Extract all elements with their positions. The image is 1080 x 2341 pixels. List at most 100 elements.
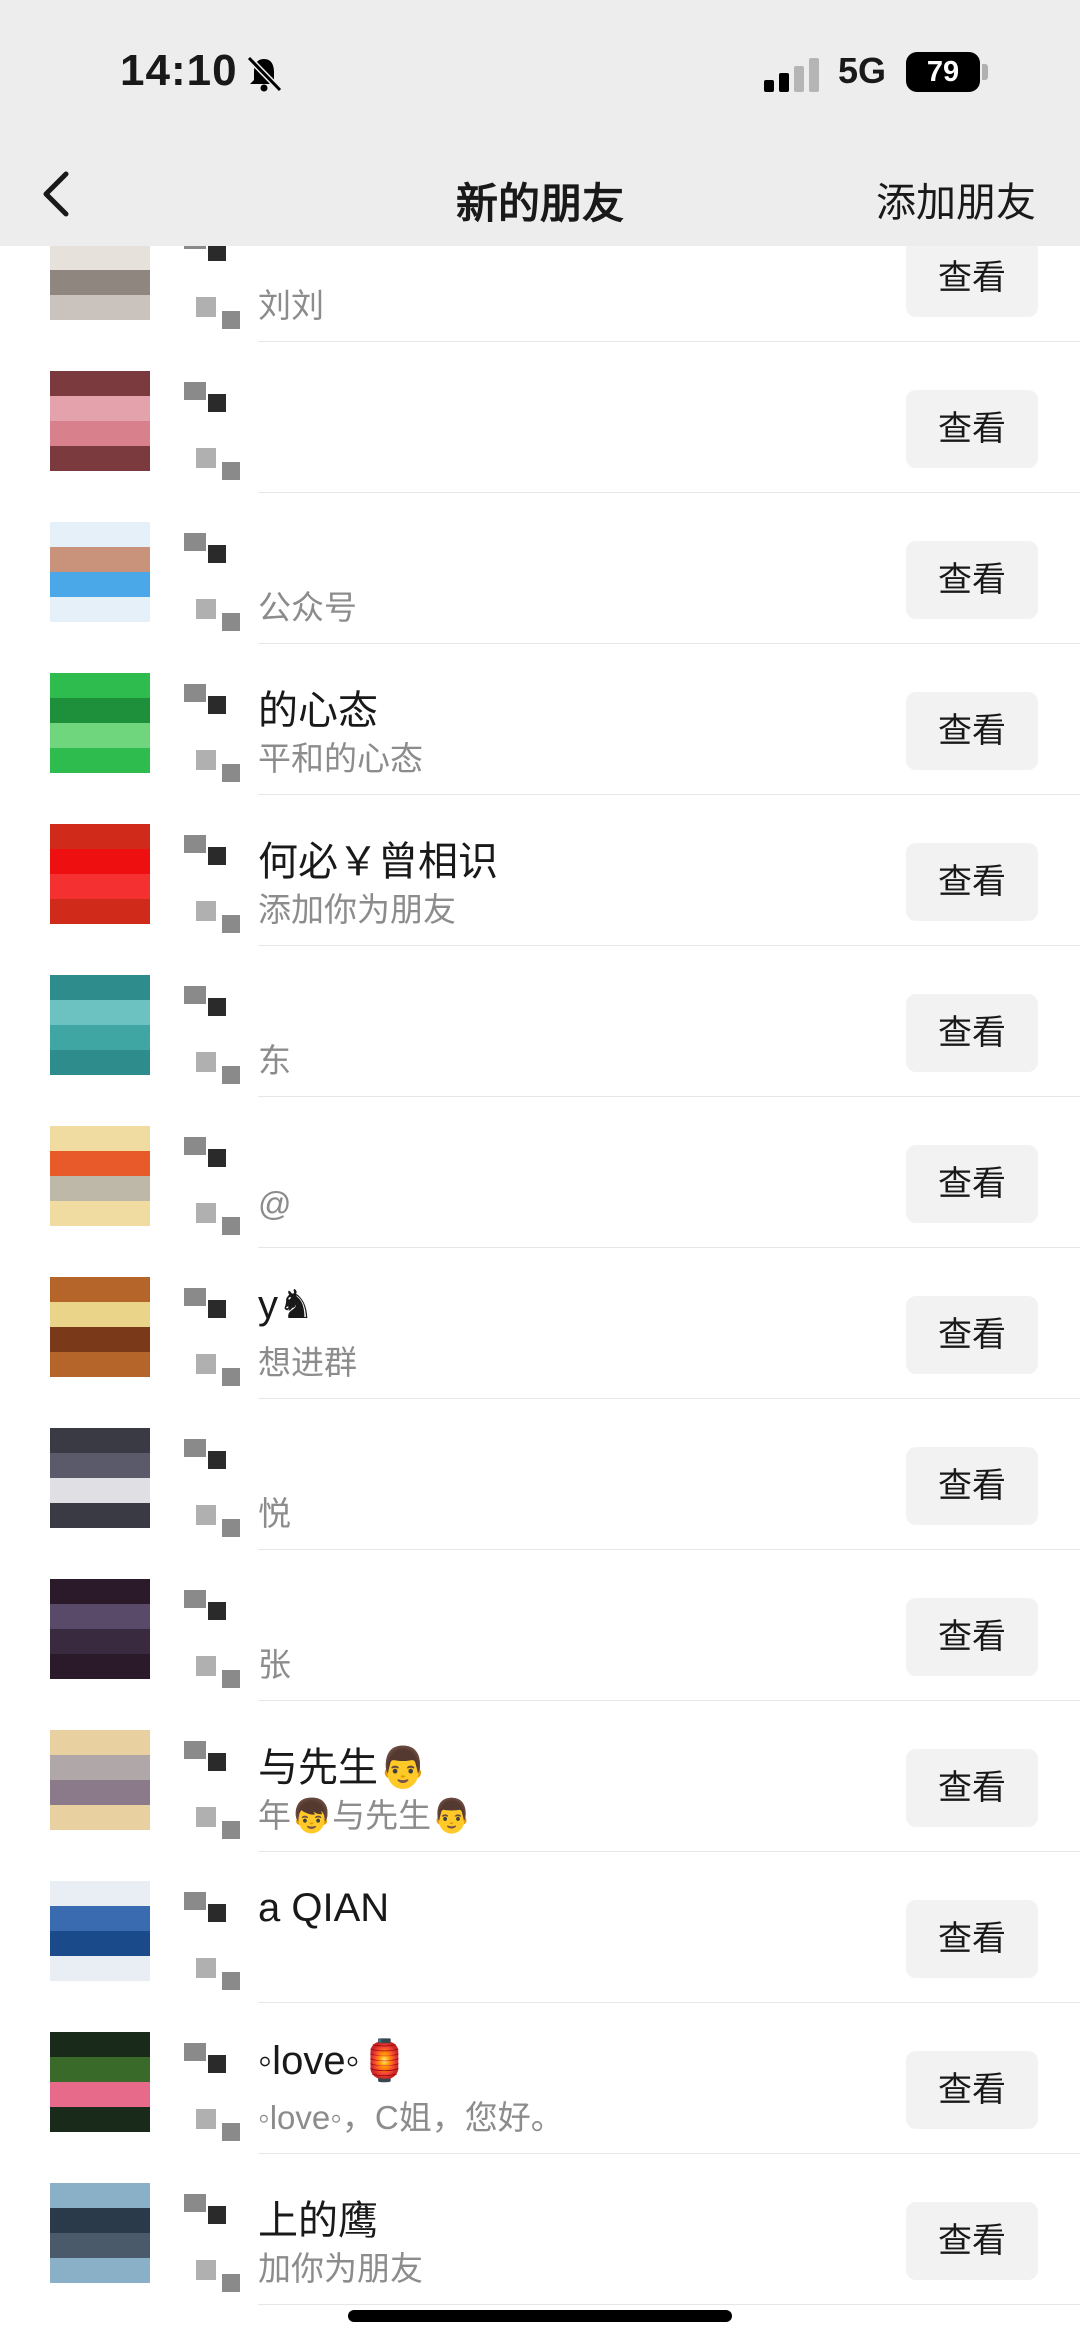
friend-name: y♞ (258, 1283, 314, 1327)
view-button[interactable]: 查看 (906, 1749, 1038, 1827)
request-message: 添加你为朋友 (258, 891, 456, 928)
avatar[interactable] (50, 824, 150, 924)
request-message: 年👦与先生👨 (258, 1797, 473, 1834)
avatar[interactable] (50, 246, 150, 320)
privacy-mosaic (208, 545, 226, 563)
privacy-mosaic (208, 1602, 226, 1620)
friend-request-row[interactable]: a QIAN 查看 (0, 1852, 1080, 2003)
view-button[interactable]: 查看 (906, 843, 1038, 921)
avatar[interactable] (50, 1881, 150, 1981)
privacy-mosaic (222, 2274, 240, 2292)
privacy-mosaic (196, 1354, 216, 1374)
nav-bar: 新的朋友 添加朋友 (0, 140, 1080, 246)
friend-name: a QIAN (258, 1886, 390, 1930)
friend-request-row[interactable]: 悦 查看 (0, 1399, 1080, 1550)
battery-icon: 79 (906, 52, 980, 92)
privacy-mosaic (208, 246, 226, 261)
privacy-mosaic (184, 2043, 206, 2061)
request-message: 悦 (258, 1495, 291, 1532)
privacy-mosaic (222, 1670, 240, 1688)
privacy-mosaic (196, 297, 216, 317)
privacy-mosaic (184, 1439, 206, 1457)
privacy-mosaic (196, 2109, 216, 2129)
privacy-mosaic (208, 1451, 226, 1469)
avatar[interactable] (50, 1579, 150, 1679)
avatar[interactable] (50, 1126, 150, 1226)
privacy-mosaic (208, 2055, 226, 2073)
privacy-mosaic (208, 1300, 226, 1318)
friend-request-row[interactable]: @ 查看 (0, 1097, 1080, 1248)
avatar[interactable] (50, 2032, 150, 2132)
avatar[interactable] (50, 2183, 150, 2283)
friend-name: ◦love◦🏮 (258, 2039, 410, 2083)
request-message: 刘刘 (258, 287, 324, 324)
view-button[interactable]: 查看 (906, 1598, 1038, 1676)
view-button[interactable]: 查看 (906, 1296, 1038, 1374)
avatar[interactable] (50, 522, 150, 622)
avatar[interactable] (50, 371, 150, 471)
friend-request-row[interactable]: ◦love◦🏮 ◦love◦，C姐，您好。 查看 (0, 2003, 1080, 2154)
view-button[interactable]: 查看 (906, 541, 1038, 619)
friend-request-row[interactable]: 查看 (0, 342, 1080, 493)
friend-request-row[interactable]: y♞ 想进群 查看 (0, 1248, 1080, 1399)
status-time: 14:10 (120, 46, 238, 95)
privacy-mosaic (208, 1149, 226, 1167)
privacy-mosaic (222, 1821, 240, 1839)
avatar[interactable] (50, 1277, 150, 1377)
view-button[interactable]: 查看 (906, 994, 1038, 1072)
privacy-mosaic (208, 1904, 226, 1922)
friend-request-row[interactable]: 何必￥曾相识添加你为朋友 查看 (0, 795, 1080, 946)
privacy-mosaic (196, 1958, 216, 1978)
friend-name: 的心态 (258, 689, 378, 733)
friend-request-row[interactable]: 刘刘 查看 (0, 246, 1080, 342)
request-message: ◦love◦，C姐，您好。 (258, 2099, 564, 2136)
friend-request-row[interactable]: 的心态 平和的心态 查看 (0, 644, 1080, 795)
privacy-mosaic (184, 533, 206, 551)
avatar[interactable] (50, 975, 150, 1075)
home-indicator[interactable] (348, 2310, 732, 2322)
view-button[interactable]: 查看 (906, 2051, 1038, 2129)
avatar[interactable] (50, 1730, 150, 1830)
privacy-mosaic (208, 2206, 226, 2224)
friend-request-row[interactable]: 公众号 查看 (0, 493, 1080, 644)
privacy-mosaic (208, 1753, 226, 1771)
privacy-mosaic (184, 1288, 206, 1306)
privacy-mosaic (196, 1656, 216, 1676)
view-button[interactable]: 查看 (906, 2202, 1038, 2280)
status-bar: 14:10 5G 79 (0, 0, 1080, 140)
view-button[interactable]: 查看 (906, 692, 1038, 770)
privacy-mosaic (196, 1203, 216, 1223)
friend-name: 何必￥曾相识 (258, 840, 498, 884)
friend-request-row[interactable]: 上的鹰 加你为朋友 查看 (0, 2154, 1080, 2305)
privacy-mosaic (208, 998, 226, 1016)
privacy-mosaic (208, 696, 226, 714)
view-button[interactable]: 查看 (906, 1145, 1038, 1223)
privacy-mosaic (222, 1066, 240, 1084)
privacy-mosaic (208, 847, 226, 865)
privacy-mosaic (196, 1505, 216, 1525)
friend-request-row[interactable]: 张 查看 (0, 1550, 1080, 1701)
privacy-mosaic (196, 599, 216, 619)
privacy-mosaic (222, 915, 240, 933)
privacy-mosaic (184, 246, 206, 249)
friend-request-row[interactable]: 与先生👨 年👦与先生👨 查看 (0, 1701, 1080, 1852)
privacy-mosaic (184, 1137, 206, 1155)
request-message: 公众号 (258, 589, 357, 626)
add-friend-button[interactable]: 添加朋友 (876, 170, 1036, 228)
avatar[interactable] (50, 673, 150, 773)
friend-request-row[interactable]: 东 查看 (0, 946, 1080, 1097)
privacy-mosaic (184, 1741, 206, 1759)
view-button[interactable]: 查看 (906, 1900, 1038, 1978)
privacy-mosaic (184, 1892, 206, 1910)
privacy-mosaic (222, 613, 240, 631)
view-button[interactable]: 查看 (906, 1447, 1038, 1525)
avatar[interactable] (50, 1428, 150, 1528)
privacy-mosaic (208, 394, 226, 412)
view-button[interactable]: 查看 (906, 390, 1038, 468)
privacy-mosaic (184, 1590, 206, 1608)
view-button[interactable]: 查看 (906, 246, 1038, 317)
privacy-mosaic (222, 1217, 240, 1235)
network-label: 5G (838, 50, 887, 91)
signal-icon (764, 58, 819, 92)
privacy-mosaic (196, 901, 216, 921)
